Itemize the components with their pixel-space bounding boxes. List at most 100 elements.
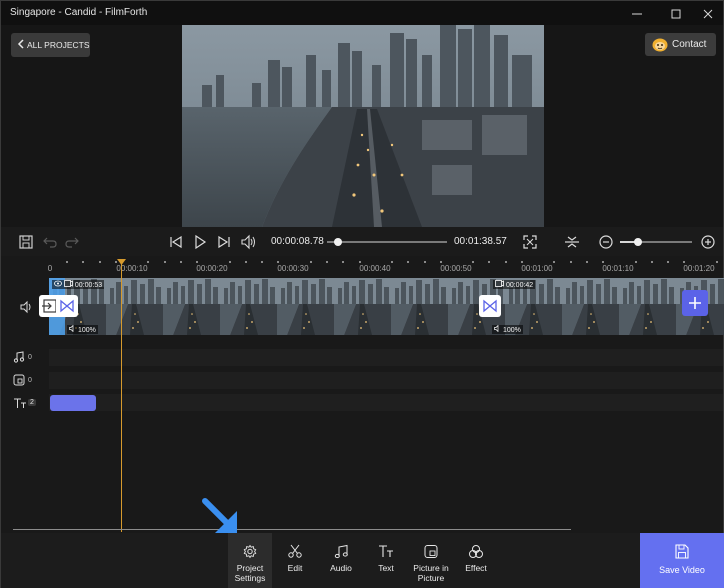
transition-icon <box>483 299 497 313</box>
ruler-tick <box>650 261 653 263</box>
clip-thumbnail <box>220 278 277 335</box>
ruler-label: 00:00:20 <box>196 264 228 273</box>
volume-icon[interactable] <box>240 234 256 250</box>
zoom-out-icon[interactable] <box>598 234 614 250</box>
volume-icon <box>69 324 74 333</box>
picture-in-picture-icon <box>424 545 438 558</box>
ruler-tick <box>423 261 426 263</box>
maximize-icon[interactable] <box>659 1 693 25</box>
gear-icon <box>243 544 257 559</box>
playhead[interactable] <box>121 262 122 532</box>
scissors-icon <box>288 544 302 558</box>
audio-track[interactable] <box>49 349 723 366</box>
avatar-icon <box>652 38 668 52</box>
clip-thumbnail <box>163 278 220 335</box>
effect-button[interactable]: Effect <box>460 533 492 588</box>
clip-thumbnail <box>619 278 676 335</box>
picture-in-picture-icon[interactable] <box>13 374 25 386</box>
tool-label: Picture in <box>413 563 449 573</box>
volume-icon <box>494 324 499 333</box>
ruler-tick <box>602 261 605 263</box>
undo-icon[interactable] <box>42 234 58 250</box>
ruler-tick <box>228 261 231 263</box>
contact-label: Contact <box>672 39 707 50</box>
zoom-slider[interactable] <box>620 238 692 246</box>
tool-label: Effect <box>465 563 487 573</box>
close-icon[interactable] <box>691 1 724 25</box>
ruler-tick <box>261 261 264 263</box>
title-bar: Singapore - Candid - FilmForth <box>1 1 723 25</box>
text-track[interactable] <box>49 394 723 411</box>
tool-label: Settings <box>234 573 266 583</box>
zoom-knob[interactable] <box>634 238 642 246</box>
project-settings-button[interactable]: Project Settings <box>228 533 272 588</box>
timeline-scrollbar[interactable] <box>13 529 571 530</box>
track-volume-icon[interactable] <box>19 300 33 314</box>
ruler-tick <box>667 261 670 263</box>
add-clip-button[interactable] <box>682 290 708 316</box>
seek-knob[interactable] <box>333 238 342 246</box>
overlay-track-count: 0 <box>28 377 32 384</box>
music-note-icon[interactable] <box>13 351 25 363</box>
plus-icon <box>689 297 701 309</box>
transition-icon <box>60 299 74 313</box>
total-time: 00:01:38.57 <box>454 236 507 247</box>
clip-1-speed: 100% <box>77 327 96 334</box>
timeline-ruler[interactable]: 0 00:00:10 00:00:20 00:00:30 00:00:40 00… <box>1 256 723 278</box>
transport-bar: 00:00:08.78 00:01:38.57 <box>1 227 723 256</box>
ruler-tick <box>326 261 329 263</box>
clip-thumbnail <box>277 278 334 335</box>
ruler-tick <box>66 261 69 263</box>
save-icon <box>675 544 689 559</box>
video-preview[interactable] <box>182 25 544 227</box>
ruler-label: 00:01:00 <box>521 264 553 273</box>
overlay-track[interactable] <box>49 372 723 389</box>
split-icon[interactable] <box>564 234 580 250</box>
save-video-button[interactable]: Save Video <box>640 533 724 588</box>
tool-label: Edit <box>287 563 303 573</box>
minimize-icon[interactable] <box>620 1 654 25</box>
effect-icon <box>469 545 483 558</box>
ruler-tick <box>342 261 345 263</box>
tool-label: Project <box>236 563 264 573</box>
bottom-toolbar: Project Settings Edit Audio Text Picture… <box>1 533 723 588</box>
tool-label: Picture <box>417 573 445 583</box>
eye-icon <box>54 280 62 287</box>
play-icon[interactable] <box>192 234 208 250</box>
text-icon[interactable] <box>13 397 27 409</box>
ruler-tick <box>407 261 410 263</box>
ruler-tick <box>634 261 637 263</box>
seek-slider[interactable] <box>327 238 447 246</box>
ruler-tick <box>520 261 523 263</box>
video-track[interactable] <box>49 278 724 335</box>
ruler-tick <box>82 261 85 263</box>
audio-button[interactable]: Audio <box>323 533 359 588</box>
save-video-label: Save Video <box>659 565 705 575</box>
skip-end-icon[interactable] <box>216 234 232 250</box>
ruler-tick <box>683 261 686 263</box>
audio-track-count: 0 <box>28 354 32 361</box>
fullscreen-icon[interactable] <box>522 234 538 250</box>
contact-button[interactable]: Contact <box>645 33 716 56</box>
text-clip[interactable] <box>50 395 96 411</box>
ruler-tick <box>488 261 491 263</box>
skip-start-icon[interactable] <box>168 234 184 250</box>
window-title: Singapore - Candid - FilmForth <box>10 7 148 18</box>
ruler-tick <box>391 261 394 263</box>
redo-icon[interactable] <box>64 234 80 250</box>
transition-button[interactable] <box>479 295 501 317</box>
ruler-tick <box>585 261 588 263</box>
clip-duration-label: 00:00:53 <box>52 280 105 289</box>
edit-button[interactable]: Edit <box>278 533 312 588</box>
clip-speed-label: 100% <box>67 324 98 334</box>
clip-2-duration: 00:00:42 <box>505 282 534 289</box>
zoom-in-icon[interactable] <box>700 234 716 250</box>
ruler-label: 00:00:30 <box>277 264 309 273</box>
all-projects-button[interactable]: ALL PROJECTS <box>11 33 90 57</box>
picture-in-picture-button[interactable]: Picture in Picture <box>408 533 454 588</box>
ruler-tick <box>553 261 556 263</box>
transition-button[interactable] <box>56 295 78 317</box>
text-button[interactable]: Text <box>370 533 402 588</box>
save-icon[interactable] <box>18 234 34 250</box>
city-skyline-image <box>182 25 544 227</box>
